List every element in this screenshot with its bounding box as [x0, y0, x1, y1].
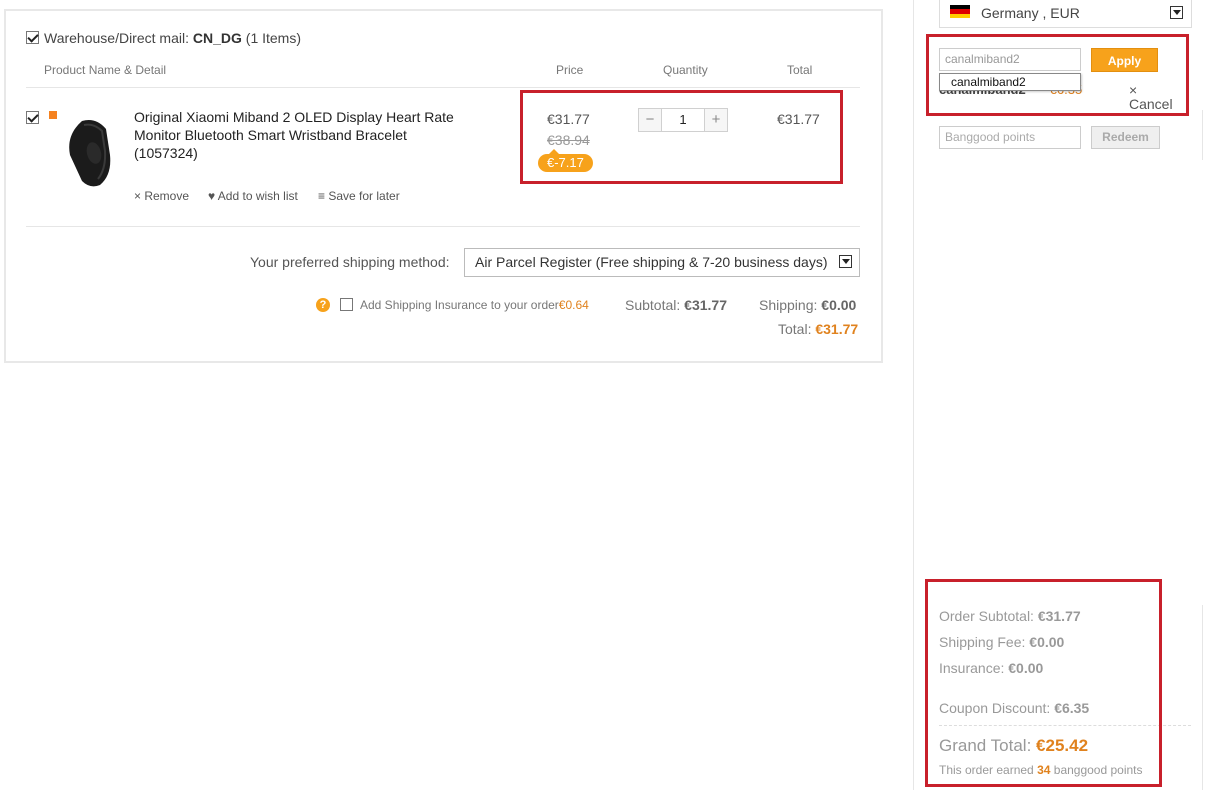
quantity-increase-button[interactable]: + — [705, 109, 727, 131]
product-title-link[interactable]: Original Xiaomi Miband 2 OLED Display He… — [134, 108, 474, 162]
order-insurance: Insurance: €0.00 — [939, 660, 1044, 676]
sidebar-divider — [913, 0, 914, 790]
header-divider — [26, 87, 860, 88]
quantity-stepper: − 1 + — [638, 108, 728, 132]
discount-badge: €-7.17 — [538, 149, 593, 172]
points-earned-note: This order earned 34 banggood points — [939, 763, 1143, 777]
item-total: €31.77 — [777, 111, 820, 127]
order-subtotal: Order Subtotal: €31.77 — [939, 608, 1081, 624]
warehouse-count: (1 Items) — [245, 30, 302, 46]
column-header-price: Price — [556, 63, 584, 77]
remove-link[interactable]: × Remove — [134, 189, 189, 203]
chevron-down-icon[interactable] — [1170, 6, 1183, 19]
grand-total: Grand Total: €25.42 — [939, 736, 1089, 755]
help-icon[interactable]: ? — [316, 298, 330, 312]
item-old-price: €38.94 — [547, 132, 590, 148]
add-to-wishlist-link[interactable]: ♥ Add to wish list — [208, 189, 298, 203]
cancel-coupon-link[interactable]: × Cancel — [1129, 83, 1177, 111]
insurance-price: €0.64 — [558, 298, 589, 312]
redeem-points-button[interactable]: Redeem — [1091, 126, 1160, 149]
sidebar-right-edge-lower — [1202, 605, 1203, 790]
shipping-method-value: Air Parcel Register (Free shipping & 7-2… — [475, 254, 828, 270]
column-header-total: Total — [787, 63, 813, 77]
cart-subtotal: Subtotal: €31.77 — [625, 297, 727, 313]
item-checkbox[interactable] — [26, 111, 39, 124]
ship-badge-icon — [49, 111, 57, 119]
shipping-method-label: Your preferred shipping method: — [250, 254, 450, 270]
shipping-method-select[interactable]: Air Parcel Register (Free shipping & 7-2… — [464, 248, 860, 277]
warehouse-code: CN_DG — [192, 30, 242, 46]
quantity-decrease-button[interactable]: − — [639, 109, 661, 131]
order-shipping-fee: Shipping Fee: €0.00 — [939, 634, 1065, 650]
country-currency-value: Germany , EUR — [981, 5, 1080, 21]
cart-total: Total: €31.77 — [778, 321, 859, 337]
sidebar-right-edge — [1202, 110, 1203, 160]
column-header-quantity: Quantity — [663, 63, 708, 77]
order-coupon-discount: Coupon Discount: €6.35 — [939, 700, 1090, 716]
germany-flag-icon — [950, 5, 970, 18]
chevron-down-icon[interactable] — [839, 255, 852, 268]
cart-shipping: Shipping: €0.00 — [759, 297, 857, 313]
product-thumbnail[interactable] — [60, 115, 120, 190]
warehouse-checkbox[interactable] — [26, 31, 39, 44]
quantity-input[interactable]: 1 — [661, 109, 705, 131]
insurance-checkbox[interactable] — [340, 298, 353, 311]
coupon-autocomplete-suggestion[interactable]: canalmiband2 — [939, 73, 1081, 91]
column-header-product: Product Name & Detail — [44, 63, 167, 77]
apply-coupon-button[interactable]: Apply — [1091, 48, 1158, 72]
summary-divider — [939, 725, 1191, 726]
warehouse-title: Warehouse/Direct mail: CN_DG (1 Items) — [44, 30, 302, 46]
coupon-code-input[interactable]: canalmiband2 — [939, 48, 1081, 71]
save-for-later-link[interactable]: ≡ Save for later — [318, 189, 400, 203]
banggood-points-input[interactable]: Banggood points — [939, 126, 1081, 149]
item-price: €31.77 — [547, 111, 590, 127]
item-divider — [26, 226, 860, 227]
insurance-label: Add Shipping Insurance to your order€0.6… — [360, 298, 589, 312]
